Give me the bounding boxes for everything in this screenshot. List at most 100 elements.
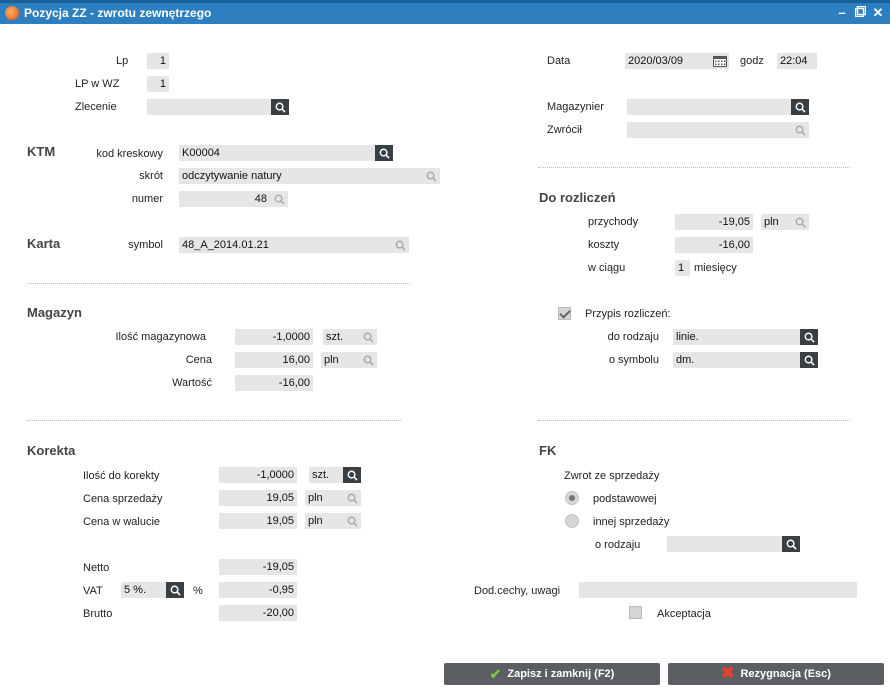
zwrocil-search-icon[interactable]: [791, 122, 809, 138]
app-logo-icon: [5, 6, 19, 20]
ilosc-magazynowa-search-icon[interactable]: [359, 329, 377, 345]
kod-kreskowy-label: kod kreskowy: [96, 148, 163, 160]
wciagu-field[interactable]: 1: [675, 260, 690, 276]
dod-cechy-label: Dod.cechy, uwagi: [474, 585, 561, 597]
fk-section-title: FK: [539, 443, 557, 458]
numer-search-icon[interactable]: [270, 191, 288, 207]
przychody-search-icon[interactable]: [791, 214, 809, 230]
cena-sprzedazy-label: Cena sprzedaży: [83, 493, 163, 505]
skrot-search-icon[interactable]: [422, 168, 440, 184]
ilosc-korekty-unit-field[interactable]: szt.: [309, 467, 343, 483]
brutto-field[interactable]: -20,00: [219, 605, 297, 621]
zwrocil-field[interactable]: [627, 122, 791, 138]
koszty-label: koszty: [588, 239, 620, 251]
vat-value-field[interactable]: -0,95: [219, 582, 297, 598]
ilosc-korekty-field[interactable]: -1,0000: [219, 467, 297, 483]
symbol-field[interactable]: 48_A_2014.01.21: [179, 237, 391, 253]
rodzaju-field[interactable]: linie.: [673, 329, 800, 345]
dod-cechy-field[interactable]: [579, 582, 857, 598]
symbol-label: symbol: [128, 239, 163, 251]
separator: [538, 167, 850, 168]
cena-w-walucie-search-icon[interactable]: [343, 513, 361, 529]
ktm-section-title: KTM: [27, 144, 56, 159]
magazynier-field[interactable]: [627, 99, 791, 115]
cena-sprzedazy-currency-field[interactable]: pln: [305, 490, 343, 506]
magazyn-section-title: Magazyn: [27, 305, 82, 320]
innej-sprzedazy-label: innej sprzedaży: [593, 516, 670, 528]
radio-innej-sprzedazy[interactable]: [565, 514, 579, 528]
wciagu-label: w ciągu: [588, 262, 626, 274]
przychody-currency-field[interactable]: pln: [761, 214, 791, 230]
separator: [538, 420, 850, 421]
cena-sprzedazy-search-icon[interactable]: [343, 490, 361, 506]
wartosc-field[interactable]: -16,00: [235, 375, 313, 391]
symbolu-field[interactable]: dm.: [673, 352, 800, 368]
vat-percent-label: %: [193, 585, 203, 597]
cena-currency-field[interactable]: pln: [321, 352, 359, 368]
ilosc-magazynowa-field[interactable]: -1,0000: [235, 329, 313, 345]
zwrot-label: Zwrot ze sprzedaży: [564, 470, 660, 482]
netto-field[interactable]: -19,05: [219, 559, 297, 575]
numer-label: numer: [131, 193, 163, 205]
cena-sprzedazy-field[interactable]: 19,05: [219, 490, 297, 506]
karta-section-title: Karta: [27, 236, 61, 251]
symbolu-search-icon[interactable]: [800, 352, 818, 368]
akceptacja-label: Akceptacja: [657, 608, 711, 620]
lp-field[interactable]: 1: [147, 53, 169, 69]
window-title: Pozycja ZZ - zwrotu zewnętrzego: [24, 6, 212, 20]
skrot-field[interactable]: odczytywanie natury: [179, 168, 422, 184]
vat-rate-field[interactable]: 5 %.: [121, 582, 166, 598]
minimize-icon[interactable]: –: [834, 5, 850, 21]
korekta-section-title: Korekta: [27, 443, 76, 458]
maximize-icon[interactable]: [852, 5, 868, 21]
cena-w-walucie-currency-field[interactable]: pln: [305, 513, 343, 529]
symbolu-label: o symbolu: [608, 354, 659, 366]
godz-label: godz: [740, 55, 764, 67]
vat-search-icon[interactable]: [166, 582, 184, 598]
cena-w-walucie-field[interactable]: 19,05: [219, 513, 297, 529]
rodzaju-label: do rodzaju: [607, 331, 659, 343]
koszty-field[interactable]: -16,00: [675, 237, 753, 253]
cancel-button[interactable]: ✖ Rezygnacja (Esc): [668, 663, 884, 685]
orodzaju-search-icon[interactable]: [782, 536, 800, 552]
time-field[interactable]: 22:04: [777, 53, 817, 69]
zlecenie-search-icon[interactable]: [271, 99, 289, 115]
zlecenie-field[interactable]: [147, 99, 271, 115]
kod-kreskowy-search-icon[interactable]: [375, 145, 393, 161]
magazynier-search-icon[interactable]: [791, 99, 809, 115]
wartosc-label: Wartość: [172, 377, 212, 389]
radio-podstawowej[interactable]: [565, 491, 579, 505]
lp-label: Lp: [116, 55, 129, 67]
date-field[interactable]: 2020/03/09: [625, 53, 711, 69]
ilosc-magazynowa-unit-field[interactable]: szt.: [323, 329, 359, 345]
close-icon[interactable]: ✕: [870, 5, 886, 21]
symbol-search-icon[interactable]: [391, 237, 409, 253]
zlecenie-label: Zlecenie: [75, 101, 117, 113]
lpwz-label: LP w WZ: [75, 78, 120, 90]
przypis-checkbox[interactable]: [558, 307, 571, 320]
cena-w-walucie-label: Cena w walucie: [83, 516, 161, 528]
netto-label: Netto: [83, 562, 110, 574]
brutto-label: Brutto: [83, 608, 113, 620]
title-bar: Pozycja ZZ - zwrotu zewnętrzego – ✕: [0, 0, 890, 24]
cross-icon: ✖: [721, 665, 735, 682]
cena-search-icon[interactable]: [359, 352, 377, 368]
przychody-label: przychody: [588, 216, 639, 228]
numer-field[interactable]: 48: [179, 191, 270, 207]
wciagu-unit-label: miesięcy: [694, 262, 737, 274]
magazynier-label: Magazynier: [547, 101, 604, 113]
akceptacja-checkbox[interactable]: [629, 606, 642, 619]
przychody-field[interactable]: -19,05: [675, 214, 753, 230]
lpwz-field[interactable]: 1: [147, 76, 169, 92]
rodzaju-search-icon[interactable]: [800, 329, 818, 345]
kod-kreskowy-field[interactable]: K00004: [179, 145, 375, 161]
ilosc-korekty-label: Ilość do korekty: [83, 470, 160, 482]
save-button[interactable]: ✔ Zapisz i zamknij (F2): [444, 663, 660, 685]
calendar-icon[interactable]: [711, 53, 729, 69]
orodzaju-field[interactable]: [667, 536, 782, 552]
zwrocil-label: Zwrócił: [547, 124, 582, 136]
ilosc-korekty-search-icon[interactable]: [343, 467, 361, 483]
save-button-label: Zapisz i zamknij (F2): [507, 668, 615, 680]
data-label: Data: [547, 55, 571, 67]
cena-field[interactable]: 16,00: [235, 352, 313, 368]
